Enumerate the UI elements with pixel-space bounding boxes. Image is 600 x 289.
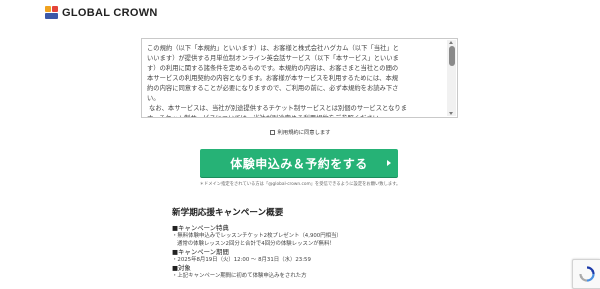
recaptcha-badge[interactable] [572,259,600,289]
agree-checkbox[interactable] [269,129,275,135]
agree-label[interactable]: 利用規約に同意します [278,128,331,136]
site-logo[interactable]: GLOBAL CROWN [45,6,158,19]
arrow-right-icon [387,160,391,166]
terms-text: この規約（以下「本規約」といいます）は、お客様と株式会社ハグカム（以下「当社」と… [147,45,407,117]
agree-row[interactable]: 利用規約に同意します [0,128,600,136]
terms-scrollbar[interactable] [447,40,456,116]
campaign-period-heading: ■キャンペーン期間 [172,248,229,256]
terms-textarea[interactable]: この規約（以下「本規約」といいます）は、お客様と株式会社ハグカム（以下「当社」と… [141,38,458,118]
trial-signup-label: 体験申込み＆予約をする [230,156,368,171]
site-header: GLOBAL CROWN [0,0,600,28]
logo-text: GLOBAL CROWN [62,6,158,19]
logo-icon [45,6,58,19]
domain-note: ＊ドメイン指定をされている方は「@global-crown.com」を受信できる… [199,182,401,187]
campaign-target-heading: ■対象 [172,264,191,272]
campaign-section: 新学期応援キャンペーン概要 ■キャンペーン特典 ・無料体験申込みでレッスンチケッ… [172,206,432,280]
campaign-benefit-line: 通常の体験レッスン2回分と合計で4回分の体験レッスンが無料！ [177,241,335,247]
trial-signup-button[interactable]: 体験申込み＆予約をする [200,149,398,177]
scroll-up-icon[interactable] [449,41,453,44]
scroll-thumb[interactable] [448,46,455,66]
campaign-benefit-line: ・無料体験申込みでレッスンチケット2枚プレゼント（4,900円相当） [172,233,342,239]
campaign-period-line: ・2025年8月19日（火）12:00 ～ 8月31日（水）23:59 [172,257,311,263]
scroll-down-icon[interactable] [449,112,453,115]
campaign-title: 新学期応援キャンペーン概要 [172,208,284,218]
campaign-target-line: ・上記キャンペーン期間に初めて体験申込みをされた方 [172,273,307,279]
campaign-benefit-heading: ■キャンペーン特典 [172,224,229,232]
recaptcha-icon [578,266,595,282]
